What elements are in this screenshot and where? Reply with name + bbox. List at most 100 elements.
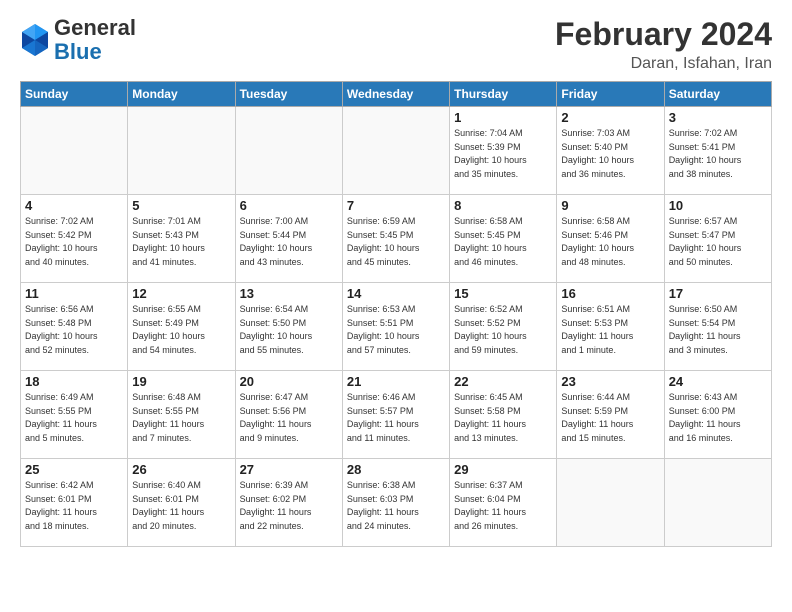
calendar-week-1: 4Sunrise: 7:02 AMSunset: 5:42 PMDaylight… bbox=[21, 195, 772, 283]
calendar-cell: 6 Sunrise: 7:00 AMSunset: 5:44 PMDaylight… bbox=[235, 195, 342, 283]
month-title: February 2024 bbox=[555, 16, 772, 53]
calendar-cell bbox=[664, 459, 771, 547]
day-number: 22 bbox=[454, 374, 552, 389]
weekday-header-sunday: Sunday bbox=[21, 82, 128, 107]
day-number: 13 bbox=[240, 286, 338, 301]
calendar-week-2: 11 Sunrise: 6:56 AMSunset: 5:48 PMDayligh… bbox=[21, 283, 772, 371]
day-info: Sunrise: 7:02 AMSunset: 5:42 PMDaylight:… bbox=[25, 215, 123, 269]
calendar-cell: 8Sunrise: 6:58 AMSunset: 5:45 PMDaylight… bbox=[450, 195, 557, 283]
day-info: Sunrise: 6:42 AMSunset: 6:01 PMDaylight:… bbox=[25, 479, 123, 533]
day-info: Sunrise: 6:59 AMSunset: 5:45 PMDaylight:… bbox=[347, 215, 445, 269]
day-number: 12 bbox=[132, 286, 230, 301]
day-number: 29 bbox=[454, 462, 552, 477]
day-number: 2 bbox=[561, 110, 659, 125]
day-info: Sunrise: 6:55 AMSunset: 5:49 PMDaylight:… bbox=[132, 303, 230, 357]
weekday-header-monday: Monday bbox=[128, 82, 235, 107]
calendar-cell: 19 Sunrise: 6:48 AMSunset: 5:55 PMDayligh… bbox=[128, 371, 235, 459]
calendar-cell: 23 Sunrise: 6:44 AMSunset: 5:59 PMDayligh… bbox=[557, 371, 664, 459]
day-info: Sunrise: 6:51 AMSunset: 5:53 PMDaylight:… bbox=[561, 303, 659, 357]
calendar-cell: 14Sunrise: 6:53 AMSunset: 5:51 PMDayligh… bbox=[342, 283, 449, 371]
day-number: 5 bbox=[132, 198, 230, 213]
calendar-cell bbox=[557, 459, 664, 547]
calendar-cell: 22 Sunrise: 6:45 AMSunset: 5:58 PMDayligh… bbox=[450, 371, 557, 459]
day-number: 6 bbox=[240, 198, 338, 213]
calendar-cell: 1Sunrise: 7:04 AMSunset: 5:39 PMDaylight… bbox=[450, 107, 557, 195]
day-number: 17 bbox=[669, 286, 767, 301]
calendar-week-3: 18Sunrise: 6:49 AMSunset: 5:55 PMDayligh… bbox=[21, 371, 772, 459]
calendar-table: SundayMondayTuesdayWednesdayThursdayFrid… bbox=[20, 81, 772, 547]
calendar-cell bbox=[21, 107, 128, 195]
day-info: Sunrise: 6:50 AMSunset: 5:54 PMDaylight:… bbox=[669, 303, 767, 357]
day-info: Sunrise: 6:46 AMSunset: 5:57 PMDaylight:… bbox=[347, 391, 445, 445]
day-info: Sunrise: 6:39 AMSunset: 6:02 PMDaylight:… bbox=[240, 479, 338, 533]
day-info: Sunrise: 6:49 AMSunset: 5:55 PMDaylight:… bbox=[25, 391, 123, 445]
day-number: 11 bbox=[25, 286, 123, 301]
day-number: 16 bbox=[561, 286, 659, 301]
day-info: Sunrise: 6:38 AMSunset: 6:03 PMDaylight:… bbox=[347, 479, 445, 533]
calendar-cell: 15 Sunrise: 6:52 AMSunset: 5:52 PMDayligh… bbox=[450, 283, 557, 371]
day-info: Sunrise: 6:45 AMSunset: 5:58 PMDaylight:… bbox=[454, 391, 552, 445]
calendar-cell: 17 Sunrise: 6:50 AMSunset: 5:54 PMDayligh… bbox=[664, 283, 771, 371]
day-number: 23 bbox=[561, 374, 659, 389]
calendar-cell bbox=[342, 107, 449, 195]
day-number: 21 bbox=[347, 374, 445, 389]
calendar-cell: 12 Sunrise: 6:55 AMSunset: 5:49 PMDayligh… bbox=[128, 283, 235, 371]
calendar-cell: 4Sunrise: 7:02 AMSunset: 5:42 PMDaylight… bbox=[21, 195, 128, 283]
day-number: 1 bbox=[454, 110, 552, 125]
day-info: Sunrise: 7:02 AMSunset: 5:41 PMDaylight:… bbox=[669, 127, 767, 181]
logo-general: General bbox=[54, 16, 136, 40]
logo-blue: Blue bbox=[54, 40, 136, 64]
calendar-cell: 16 Sunrise: 6:51 AMSunset: 5:53 PMDayligh… bbox=[557, 283, 664, 371]
logo-text: General Blue bbox=[54, 16, 136, 64]
calendar-cell bbox=[235, 107, 342, 195]
calendar-cell: 7 Sunrise: 6:59 AMSunset: 5:45 PMDaylight… bbox=[342, 195, 449, 283]
day-number: 27 bbox=[240, 462, 338, 477]
day-info: Sunrise: 6:54 AMSunset: 5:50 PMDaylight:… bbox=[240, 303, 338, 357]
page: General Blue February 2024 Daran, Isfaha… bbox=[0, 0, 792, 612]
calendar-week-4: 25 Sunrise: 6:42 AMSunset: 6:01 PMDayligh… bbox=[21, 459, 772, 547]
day-number: 20 bbox=[240, 374, 338, 389]
calendar-cell: 20 Sunrise: 6:47 AMSunset: 5:56 PMDayligh… bbox=[235, 371, 342, 459]
logo-icon bbox=[20, 22, 50, 58]
day-info: Sunrise: 6:58 AMSunset: 5:46 PMDaylight:… bbox=[561, 215, 659, 269]
day-info: Sunrise: 6:52 AMSunset: 5:52 PMDaylight:… bbox=[454, 303, 552, 357]
day-info: Sunrise: 6:57 AMSunset: 5:47 PMDaylight:… bbox=[669, 215, 767, 269]
day-number: 24 bbox=[669, 374, 767, 389]
day-number: 7 bbox=[347, 198, 445, 213]
calendar-cell: 9Sunrise: 6:58 AMSunset: 5:46 PMDaylight… bbox=[557, 195, 664, 283]
calendar-cell bbox=[128, 107, 235, 195]
day-number: 3 bbox=[669, 110, 767, 125]
calendar-cell: 2 Sunrise: 7:03 AMSunset: 5:40 PMDaylight… bbox=[557, 107, 664, 195]
calendar-cell: 18Sunrise: 6:49 AMSunset: 5:55 PMDayligh… bbox=[21, 371, 128, 459]
weekday-header-wednesday: Wednesday bbox=[342, 82, 449, 107]
calendar-week-0: 1Sunrise: 7:04 AMSunset: 5:39 PMDaylight… bbox=[21, 107, 772, 195]
day-info: Sunrise: 6:56 AMSunset: 5:48 PMDaylight:… bbox=[25, 303, 123, 357]
calendar-cell: 21 Sunrise: 6:46 AMSunset: 5:57 PMDayligh… bbox=[342, 371, 449, 459]
logo: General Blue bbox=[20, 16, 136, 64]
day-info: Sunrise: 6:48 AMSunset: 5:55 PMDaylight:… bbox=[132, 391, 230, 445]
calendar-cell: 26Sunrise: 6:40 AMSunset: 6:01 PMDayligh… bbox=[128, 459, 235, 547]
day-number: 10 bbox=[669, 198, 767, 213]
day-info: Sunrise: 7:00 AMSunset: 5:44 PMDaylight:… bbox=[240, 215, 338, 269]
day-info: Sunrise: 7:03 AMSunset: 5:40 PMDaylight:… bbox=[561, 127, 659, 181]
calendar-header-row: SundayMondayTuesdayWednesdayThursdayFrid… bbox=[21, 82, 772, 107]
day-number: 19 bbox=[132, 374, 230, 389]
day-info: Sunrise: 6:44 AMSunset: 5:59 PMDaylight:… bbox=[561, 391, 659, 445]
calendar-cell: 29Sunrise: 6:37 AMSunset: 6:04 PMDayligh… bbox=[450, 459, 557, 547]
day-number: 15 bbox=[454, 286, 552, 301]
day-info: Sunrise: 7:01 AMSunset: 5:43 PMDaylight:… bbox=[132, 215, 230, 269]
calendar-cell: 3 Sunrise: 7:02 AMSunset: 5:41 PMDaylight… bbox=[664, 107, 771, 195]
day-info: Sunrise: 6:40 AMSunset: 6:01 PMDaylight:… bbox=[132, 479, 230, 533]
calendar-cell: 11 Sunrise: 6:56 AMSunset: 5:48 PMDayligh… bbox=[21, 283, 128, 371]
day-number: 28 bbox=[347, 462, 445, 477]
day-info: Sunrise: 6:47 AMSunset: 5:56 PMDaylight:… bbox=[240, 391, 338, 445]
calendar-cell: 13 Sunrise: 6:54 AMSunset: 5:50 PMDayligh… bbox=[235, 283, 342, 371]
calendar-cell: 5 Sunrise: 7:01 AMSunset: 5:43 PMDaylight… bbox=[128, 195, 235, 283]
day-number: 8 bbox=[454, 198, 552, 213]
weekday-header-thursday: Thursday bbox=[450, 82, 557, 107]
day-number: 25 bbox=[25, 462, 123, 477]
calendar-cell: 28 Sunrise: 6:38 AMSunset: 6:03 PMDayligh… bbox=[342, 459, 449, 547]
day-info: Sunrise: 6:43 AMSunset: 6:00 PMDaylight:… bbox=[669, 391, 767, 445]
location-title: Daran, Isfahan, Iran bbox=[555, 55, 772, 73]
weekday-header-friday: Friday bbox=[557, 82, 664, 107]
